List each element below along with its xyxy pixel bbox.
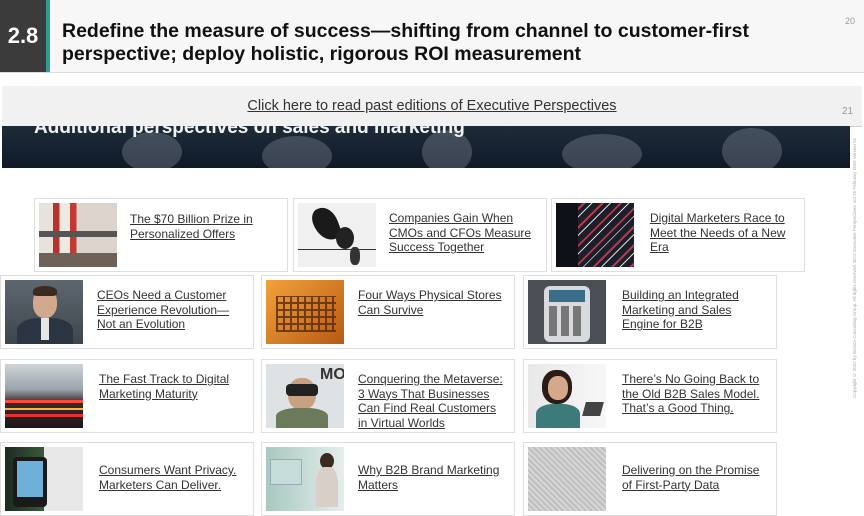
slide-title: Redefine the measure of success—shifting… (62, 20, 749, 65)
light-trails-image (5, 364, 83, 428)
article-card[interactable]: MO Conquering the Metaverse: 3 Ways That… (261, 359, 515, 433)
past-editions-link[interactable]: Click here to read past editions of Exec… (247, 98, 616, 114)
birds-on-wire-image (298, 203, 376, 267)
texture-pattern-image (528, 447, 606, 511)
banner-title: Additional perspectives on sales and mar… (34, 126, 465, 138)
article-card[interactable]: Four Ways Physical Stores Can Survive (261, 275, 515, 349)
article-title: The Fast Track to Digital Marketing Matu… (99, 372, 230, 401)
perspectives-banner: Additional perspectives on sales and mar… (2, 126, 850, 168)
article-card[interactable]: Building an Integrated Marketing and Sal… (523, 275, 777, 349)
article-title: Companies Gain When CMOs and CFOs Measur… (389, 211, 532, 255)
article-card[interactable]: The $70 Billion Prize in Personalized Of… (34, 198, 288, 272)
page-number: 20 (845, 16, 856, 26)
payment-terminal-image (528, 280, 606, 344)
slide-header: 2.8 Redefine the measure of success—shif… (0, 0, 864, 73)
section-number-badge: 2.8 (0, 0, 46, 72)
article-title: CEOs Need a Customer Experience Revoluti… (97, 288, 230, 332)
shopping-shelves-image (39, 203, 117, 267)
article-title: Four Ways Physical Stores Can Survive (358, 288, 502, 317)
article-title: There’s No Going Back to the Old B2B Sal… (622, 372, 760, 416)
article-card[interactable]: The Fast Track to Digital Marketing Matu… (0, 359, 254, 433)
copyright-notice: Copyright © 2022 by Boston Consulting Gr… (852, 137, 857, 398)
article-title: Digital Marketers Race to Meet the Needs… (650, 211, 786, 255)
privacy-device-image (5, 447, 83, 511)
past-editions-link-bar: Click here to read past editions of Exec… (2, 86, 862, 127)
article-title: Why B2B Brand Marketing Matters (358, 463, 500, 492)
office-woman-image (266, 447, 344, 511)
article-title: Building an Integrated Marketing and Sal… (622, 288, 739, 332)
article-card[interactable]: Companies Gain When CMOs and CFOs Measur… (293, 198, 547, 272)
article-title: Consumers Want Privacy. Marketers Can De… (99, 463, 237, 492)
shopping-cart-image (266, 280, 344, 344)
article-title: Conquering the Metaverse: 3 Ways That Bu… (358, 372, 503, 430)
article-card[interactable]: Digital Marketers Race to Meet the Needs… (551, 198, 805, 272)
vr-headset-image: MO (266, 364, 344, 428)
article-card[interactable]: There’s No Going Back to the Old B2B Sal… (523, 359, 777, 433)
article-card[interactable]: Consumers Want Privacy. Marketers Can De… (0, 442, 254, 516)
woman-on-phone-image (528, 364, 606, 428)
zigzag-building-image (556, 203, 634, 267)
badge-accent-bar (46, 0, 50, 72)
article-card[interactable]: Why B2B Brand Marketing Matters (261, 442, 515, 516)
article-title: The $70 Billion Prize in Personalized Of… (130, 212, 253, 241)
article-title: Delivering on the Promise of First-Party… (622, 463, 760, 492)
article-card[interactable]: Delivering on the Promise of First-Party… (523, 442, 777, 516)
article-card[interactable]: CEOs Need a Customer Experience Revoluti… (0, 275, 254, 349)
businessman-portrait-image (5, 280, 83, 344)
